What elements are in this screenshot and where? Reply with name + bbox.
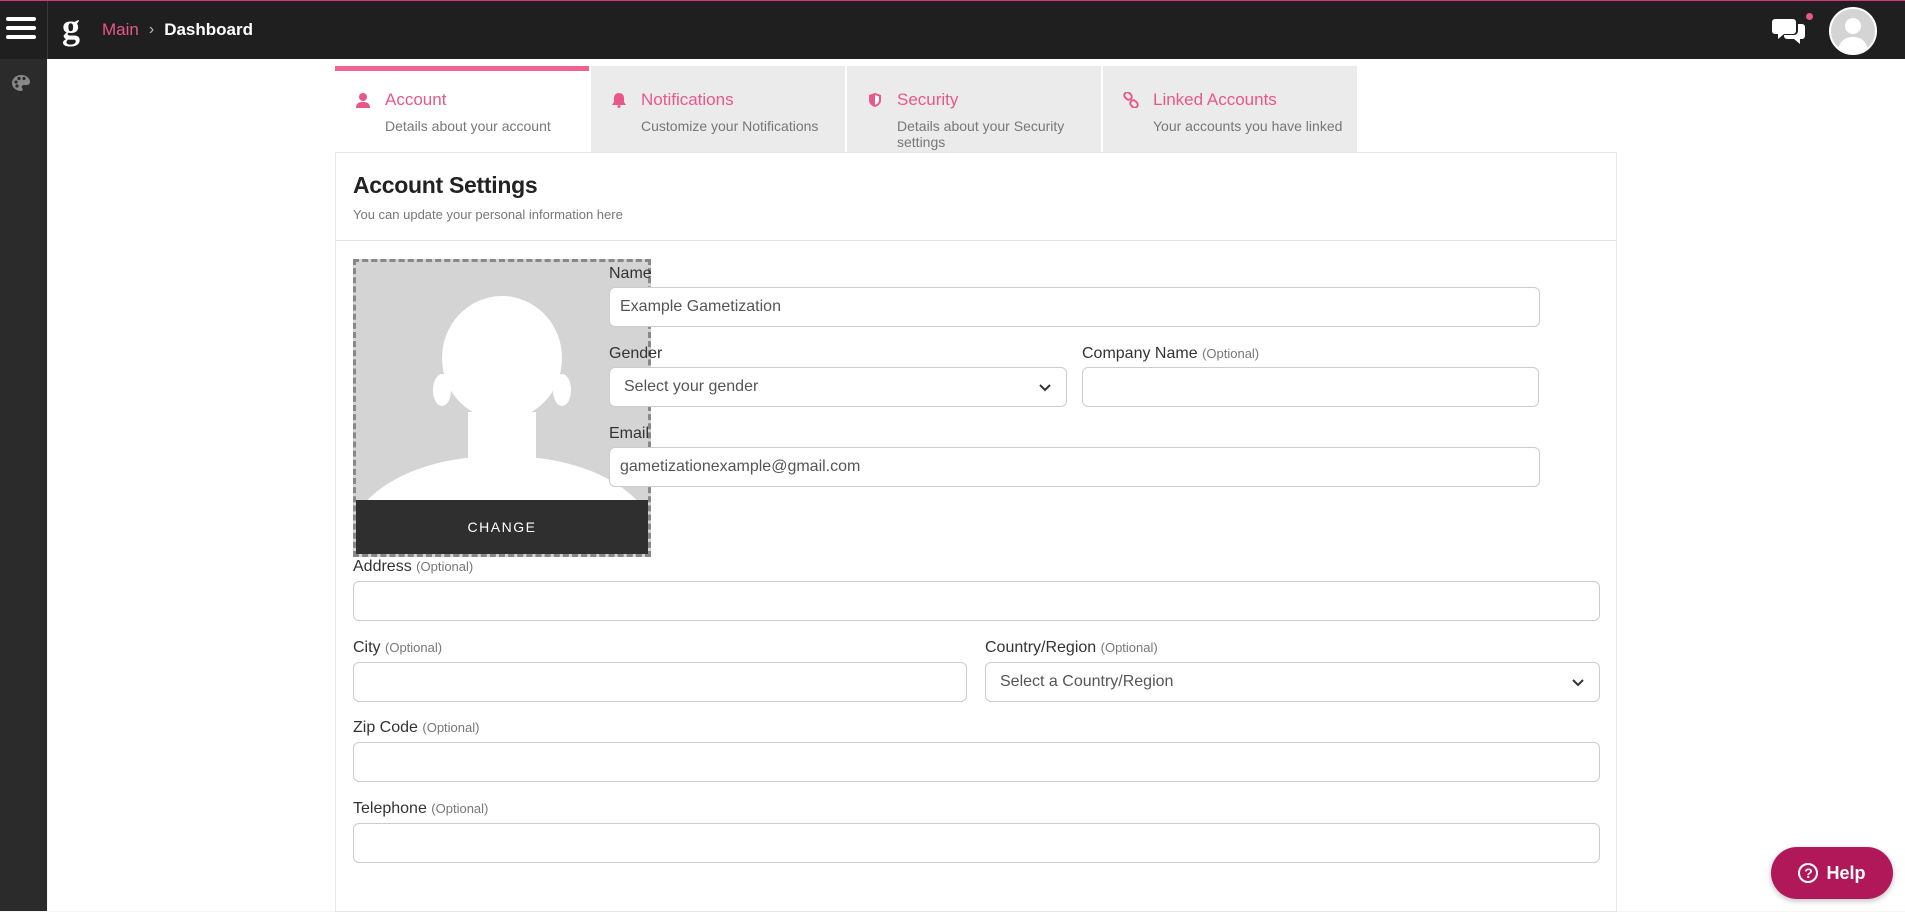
user-icon (356, 93, 370, 108)
chevron-right-icon: › (148, 21, 155, 38)
chevron-down-icon (1039, 384, 1051, 392)
tab-account[interactable]: Account Details about your account (335, 66, 589, 152)
chat-bubbles-icon[interactable] (1772, 15, 1806, 45)
tab-subtitle: Your accounts you have linked (1153, 118, 1343, 134)
address-label: Address (Optional) (353, 558, 473, 576)
company-label: Company Name (Optional) (1082, 345, 1259, 363)
top-bar: g Main › Dashboard (0, 0, 1905, 59)
bell-icon (612, 93, 626, 108)
chevron-down-icon (1572, 679, 1584, 687)
shield-icon (869, 93, 881, 107)
tab-subtitle: Details about your Security settings (897, 118, 1065, 150)
tab-linked-accounts[interactable]: Linked Accounts Your accounts you have l… (1103, 66, 1357, 152)
panel-header: Account Settings You can update your per… (336, 153, 1616, 241)
tab-subtitle: Details about your account (385, 118, 551, 134)
optional-tag: (Optional) (385, 640, 443, 655)
gender-label: Gender (609, 345, 662, 363)
settings-tabs: Account Details about your account Notif… (335, 66, 1359, 152)
tab-title: Linked Accounts (1153, 90, 1277, 109)
company-input[interactable] (1082, 367, 1539, 407)
country-label: Country/Region (Optional) (985, 639, 1158, 657)
company-label-text: Company Name (1082, 345, 1198, 362)
notification-dot (1806, 13, 1813, 20)
tab-title: Security (897, 90, 959, 109)
city-label-text: City (353, 639, 381, 656)
topbar-divider (47, 1, 48, 59)
tab-subtitle: Customize your Notifications (641, 118, 819, 134)
sidebar (0, 59, 47, 911)
tab-title: Notifications (641, 90, 734, 109)
tab-notifications[interactable]: Notifications Customize your Notificatio… (591, 66, 845, 152)
address-label-text: Address (353, 558, 412, 575)
change-photo-button[interactable]: CHANGE (356, 500, 648, 554)
country-select-value: Select a Country/Region (1000, 673, 1174, 690)
profile-photo[interactable]: CHANGE (353, 259, 651, 557)
zip-label-text: Zip Code (353, 719, 418, 736)
zip-input[interactable] (353, 742, 1600, 782)
palette-icon[interactable] (10, 73, 32, 93)
link-icon (1123, 92, 1139, 108)
optional-tag: (Optional) (431, 801, 489, 816)
telephone-input[interactable] (353, 823, 1600, 863)
page-subtitle: You can update your personal information… (353, 207, 623, 222)
address-input[interactable] (353, 581, 1600, 621)
optional-tag: (Optional) (416, 559, 474, 574)
name-label-text: Name (609, 265, 652, 282)
user-avatar-icon[interactable] (1829, 7, 1877, 55)
city-input[interactable] (353, 662, 967, 702)
optional-tag: (Optional) (1100, 640, 1158, 655)
page-title: Account Settings (353, 172, 538, 198)
name-label: Name (609, 265, 652, 283)
zip-label: Zip Code (Optional) (353, 719, 479, 737)
help-button[interactable]: ? Help (1771, 847, 1893, 899)
country-select[interactable]: Select a Country/Region (985, 662, 1600, 702)
breadcrumb-current: Dashboard (164, 20, 253, 39)
email-input[interactable] (609, 447, 1540, 487)
telephone-label: Telephone (Optional) (353, 800, 488, 818)
help-label: Help (1826, 862, 1866, 883)
email-label-text: Email (609, 425, 650, 442)
hamburger-menu-icon[interactable] (6, 13, 36, 45)
city-label: City (Optional) (353, 639, 442, 657)
optional-tag: (Optional) (422, 720, 480, 735)
gender-select-value: Select your gender (624, 378, 759, 395)
gender-select[interactable]: Select your gender (609, 367, 1067, 407)
telephone-label-text: Telephone (353, 800, 427, 817)
question-icon: ? (1798, 863, 1819, 883)
account-settings-panel: Account Settings You can update your per… (335, 152, 1617, 912)
country-label-text: Country/Region (985, 639, 1097, 656)
name-input[interactable] (609, 287, 1540, 327)
tab-security[interactable]: Security Details about your Security set… (847, 66, 1101, 152)
optional-tag: (Optional) (1202, 346, 1260, 361)
app-logo[interactable]: g (62, 9, 80, 45)
breadcrumb-main-link[interactable]: Main (102, 20, 139, 40)
breadcrumb: Main › Dashboard (102, 20, 253, 40)
tab-title: Account (385, 90, 447, 109)
gender-label-text: Gender (609, 345, 663, 362)
email-label: Email (609, 425, 649, 443)
